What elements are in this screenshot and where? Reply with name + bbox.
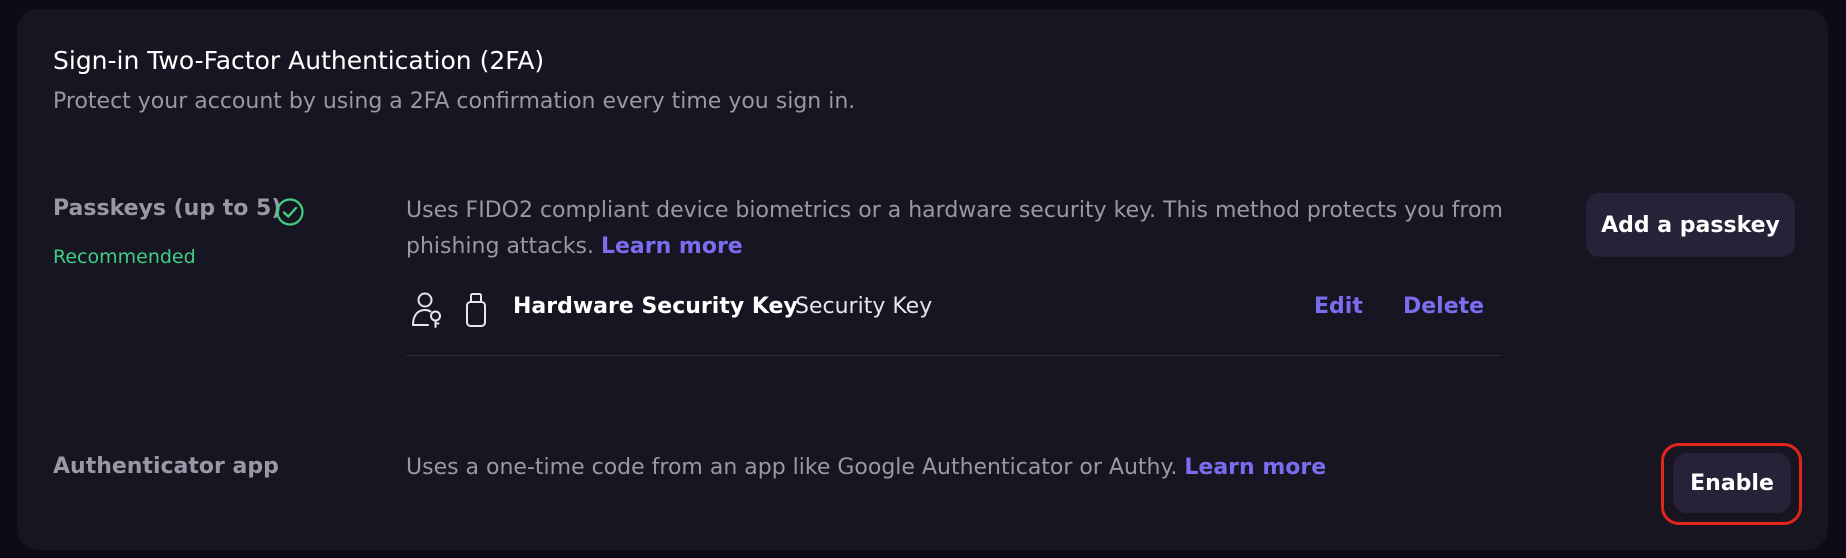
passkeys-label: Passkeys (up to 5) [53, 196, 282, 221]
section-subtitle: Protect your account by using a 2FA conf… [53, 89, 856, 114]
authenticator-description: Uses a one-time code from an app like Go… [406, 450, 1506, 486]
passkey-item-type: Security Key [795, 294, 933, 319]
section-title: Sign-in Two-Factor Authentication (2FA) [53, 46, 545, 75]
passkeys-learn-more-link[interactable]: Learn more [601, 234, 743, 259]
passkeys-description: Uses FIDO2 compliant device biometrics o… [406, 193, 1506, 265]
enable-button-highlight [1661, 443, 1802, 525]
authenticator-label: Authenticator app [53, 454, 279, 479]
add-passkey-button[interactable]: Add a passkey [1586, 193, 1795, 257]
passkey-edit-link[interactable]: Edit [1314, 294, 1363, 319]
user-key-icon [412, 292, 441, 328]
passkeys-description-text: Uses FIDO2 compliant device biometrics o… [406, 198, 1503, 259]
passkey-delete-link[interactable]: Delete [1403, 294, 1484, 319]
authenticator-description-text: Uses a one-time code from an app like Go… [406, 455, 1178, 480]
authenticator-learn-more-link[interactable]: Learn more [1184, 455, 1326, 480]
passkey-item-name: Hardware Security Key [513, 294, 798, 319]
check-circle-icon [276, 198, 304, 226]
passkey-item-divider [406, 355, 1501, 356]
usb-key-icon [466, 293, 486, 327]
recommended-badge: Recommended [53, 246, 196, 268]
